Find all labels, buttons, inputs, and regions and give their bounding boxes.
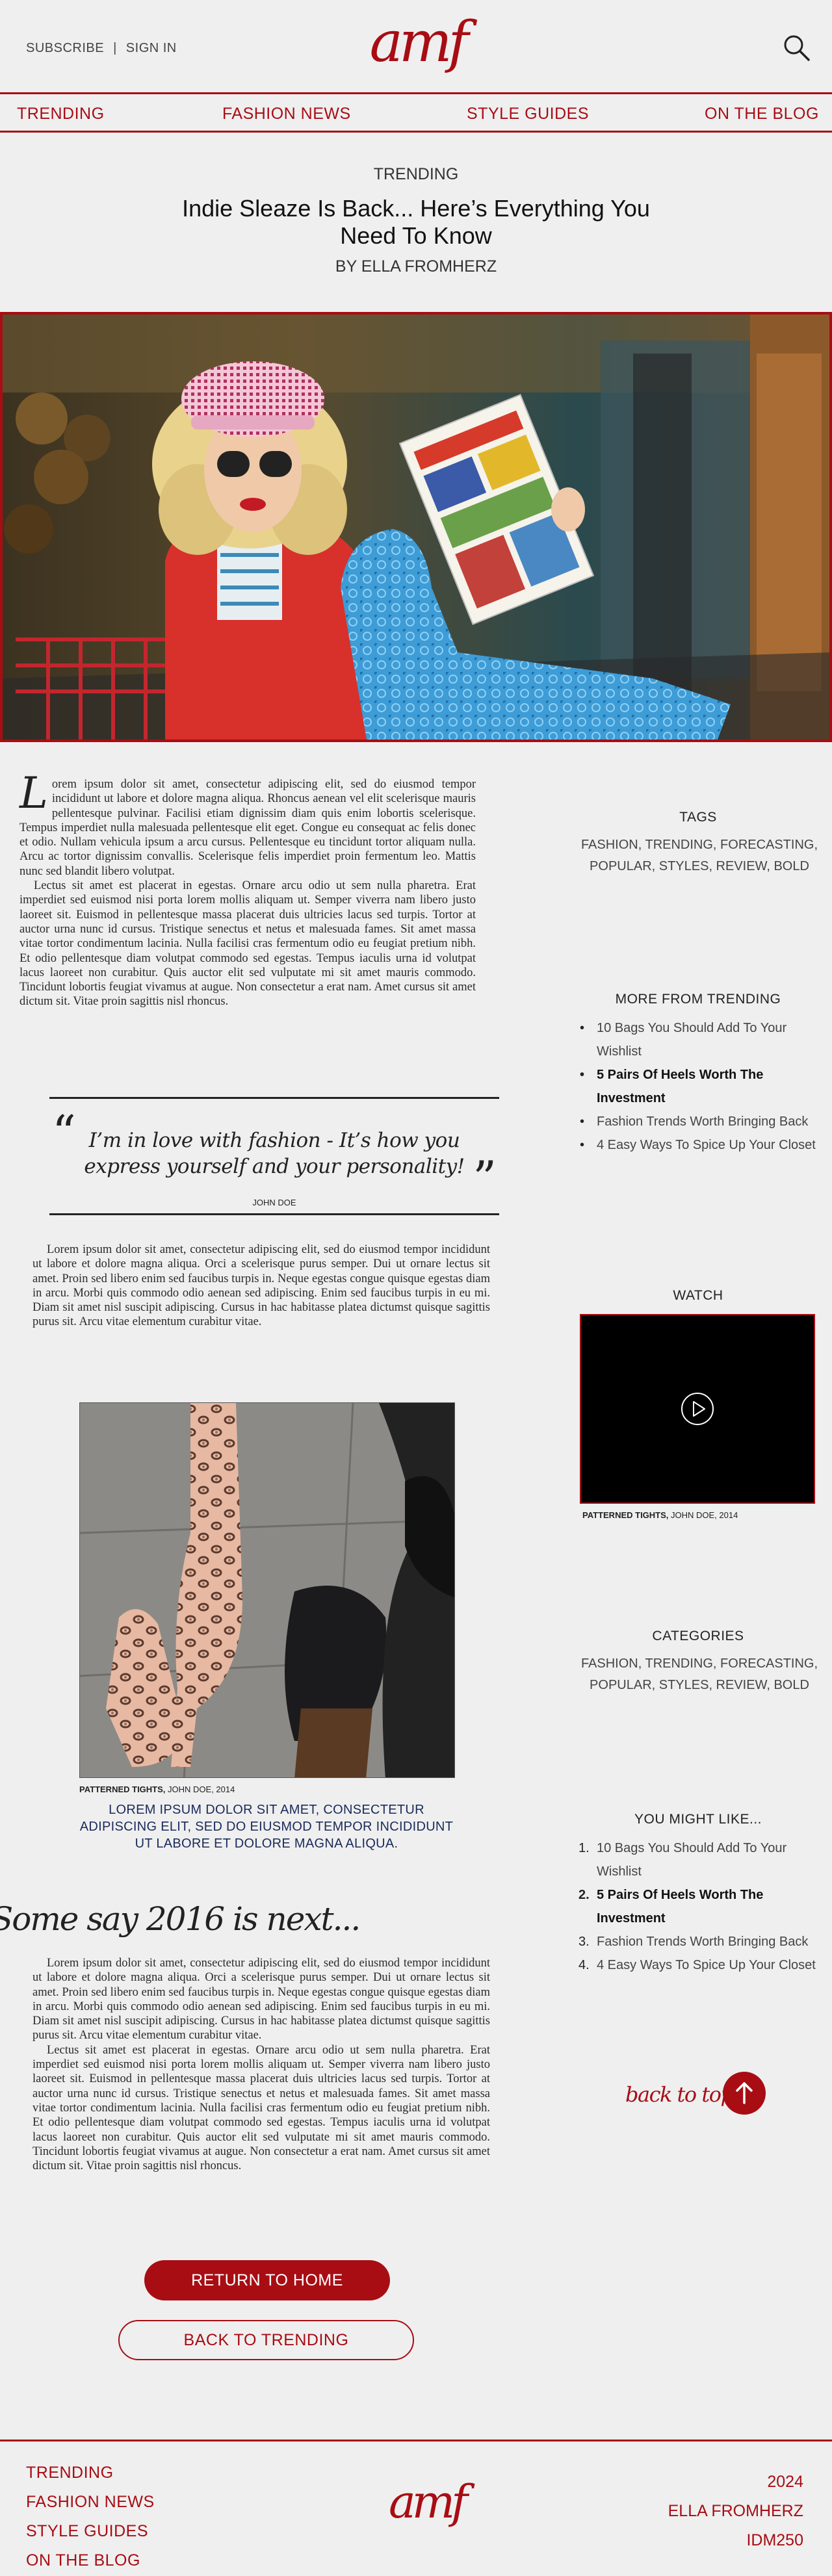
drop-cap: L	[20, 768, 48, 818]
figure-caption-title: PATTERNED TIGHTS,	[79, 1784, 166, 1794]
footer-link-trending[interactable]: TRENDING	[26, 2458, 155, 2488]
list-number: 4.	[578, 1958, 590, 1972]
main-nav: TRENDING FASHION NEWS STYLE GUIDES ON TH…	[0, 92, 832, 133]
return-to-home-button[interactable]: RETURN TO HOME	[144, 2260, 390, 2300]
nav-item-fashion-news[interactable]: FASHION NEWS	[222, 105, 351, 123]
figure-photo-illustration	[80, 1403, 454, 1777]
video-caption-credit: JOHN DOE, 2014	[668, 1510, 738, 1520]
article-closing: Lorem ipsum dolor sit amet, consectetur …	[32, 1956, 490, 2173]
footer-author: ELLA FROMHERZ	[668, 2502, 803, 2520]
account-links: SUBSCRIBE | SIGN IN	[26, 41, 177, 56]
list-number: 2.	[578, 1888, 590, 1902]
watch-heading: WATCH	[673, 1288, 723, 1303]
subscribe-link[interactable]: SUBSCRIBE	[26, 41, 104, 55]
site-logo[interactable]: amf	[365, 14, 469, 70]
intro-paragraph-2: Lectus sit amet est placerat in egestas.…	[20, 879, 476, 1009]
site-footer: TRENDING FASHION NEWS STYLE GUIDES ON TH…	[0, 2440, 832, 2576]
arrow-up-icon[interactable]	[723, 2072, 766, 2115]
footer-link-style-guides[interactable]: STYLE GUIDES	[26, 2517, 155, 2546]
video-caption: PATTERNED TIGHTS, JOHN DOE, 2014	[582, 1510, 738, 1520]
list-item[interactable]: 2. 5 Pairs Of Heels Worth The Investment	[578, 1883, 819, 1930]
back-to-trending-button[interactable]: BACK TO TRENDING	[118, 2320, 414, 2360]
you-might-like-list: 1. 10 Bags You Should Add To Your Wishlis…	[578, 1836, 819, 1977]
pull-quote: LOREM IPSUM DOLOR SIT AMET, CONSECTETUR …	[79, 1803, 454, 1851]
video-player[interactable]	[580, 1314, 815, 1504]
list-item[interactable]: 5 Pairs Of Heels Worth The Investment	[578, 1063, 819, 1110]
search-button[interactable]	[781, 32, 811, 62]
list-item-label: 4 Easy Ways To Spice Up Your Closet	[597, 1958, 816, 1972]
nav-item-on-the-blog[interactable]: ON THE BLOG	[705, 105, 819, 123]
hero-image	[0, 312, 832, 742]
account-links-separator: |	[113, 41, 117, 55]
list-item[interactable]: 1. 10 Bags You Should Add To Your Wishlis…	[578, 1836, 819, 1883]
list-item[interactable]: 4. 4 Easy Ways To Spice Up Your Closet	[578, 1953, 819, 1977]
list-item-label: 10 Bags You Should Add To Your Wishlist	[597, 1841, 787, 1879]
you-might-like-heading: YOU MIGHT LIKE...	[634, 1812, 762, 1827]
article-paragraph: Lorem ipsum dolor sit amet, consectetur …	[32, 1243, 490, 1330]
play-icon[interactable]	[681, 1392, 714, 1426]
article-byline: BY ELLA FROMHERZ	[335, 257, 497, 276]
figure-caption-credit: JOHN DOE, 2014	[165, 1784, 235, 1794]
body-paragraph: Lorem ipsum dolor sit amet, consectetur …	[32, 1243, 490, 1329]
footer-year: 2024	[767, 2473, 803, 2491]
article-figure-image	[79, 1402, 455, 1778]
list-number: 3.	[578, 1935, 590, 1949]
back-to-top-label: back to top	[625, 2082, 734, 2107]
sign-in-link[interactable]: SIGN IN	[126, 41, 177, 55]
nav-item-trending[interactable]: TRENDING	[17, 105, 105, 123]
footer-link-fashion-news[interactable]: FASHION NEWS	[26, 2488, 155, 2517]
section-heading: Some say 2016 is next...	[0, 1900, 361, 1938]
intro-paragraph-1: orem ipsum dolor sit amet, consectetur a…	[20, 778, 476, 878]
list-number: 1.	[578, 1841, 590, 1855]
footer-logo[interactable]: amf	[387, 2479, 468, 2525]
site-header: SUBSCRIBE | SIGN IN amf	[0, 0, 832, 92]
tags-heading: TAGS	[679, 810, 717, 825]
footer-link-on-the-blog[interactable]: ON THE BLOG	[26, 2546, 155, 2575]
quote-text: I’m in love with fashion - It’s how you …	[84, 1129, 465, 1178]
list-item[interactable]: 3. Fashion Trends Worth Bringing Back	[578, 1930, 819, 1953]
list-item[interactable]: Fashion Trends Worth Bringing Back	[578, 1110, 819, 1133]
article-category: TRENDING	[373, 165, 459, 183]
article-title: Indie Sleaze Is Back... Here’s Everythin…	[182, 195, 650, 249]
figure-caption: PATTERNED TIGHTS, JOHN DOE, 2014	[79, 1784, 235, 1794]
list-item-label: 5 Pairs Of Heels Worth The Investment	[597, 1888, 764, 1926]
search-icon	[784, 35, 810, 61]
list-item-label: Fashion Trends Worth Bringing Back	[597, 1935, 809, 1949]
footer-meta: 2024 ELLA FROMHERZ IDM250	[668, 2467, 803, 2555]
body-paragraph: Lectus sit amet est placerat in egestas.…	[32, 2043, 490, 2173]
body-paragraph: Lorem ipsum dolor sit amet, consectetur …	[32, 1957, 490, 2042]
nav-item-style-guides[interactable]: STYLE GUIDES	[467, 105, 589, 123]
article-intro: Lorem ipsum dolor sit amet, consectetur …	[20, 768, 476, 1009]
hero-photo-illustration	[3, 315, 829, 740]
footer-nav: TRENDING FASHION NEWS STYLE GUIDES ON TH…	[26, 2458, 155, 2575]
more-from-trending-heading: MORE FROM TRENDING	[615, 992, 781, 1007]
quote-author: JOHN DOE	[252, 1198, 296, 1207]
categories-list[interactable]: FASHION, TRENDING, FORECASTING, POPULAR,…	[576, 1653, 823, 1696]
more-from-trending-list: 10 Bags You Should Add To Your Wishlist …	[578, 1016, 819, 1157]
tags-list[interactable]: FASHION, TRENDING, FORECASTING, POPULAR,…	[576, 834, 823, 877]
blockquote: “ I’m in love with fashion - It’s how yo…	[49, 1097, 499, 1215]
list-item[interactable]: 4 Easy Ways To Spice Up Your Closet	[578, 1133, 819, 1157]
video-caption-title: PATTERNED TIGHTS,	[582, 1510, 669, 1520]
footer-course: IDM250	[746, 2531, 803, 2549]
categories-heading: CATEGORIES	[652, 1629, 744, 1643]
list-item[interactable]: 10 Bags You Should Add To Your Wishlist	[578, 1016, 819, 1063]
